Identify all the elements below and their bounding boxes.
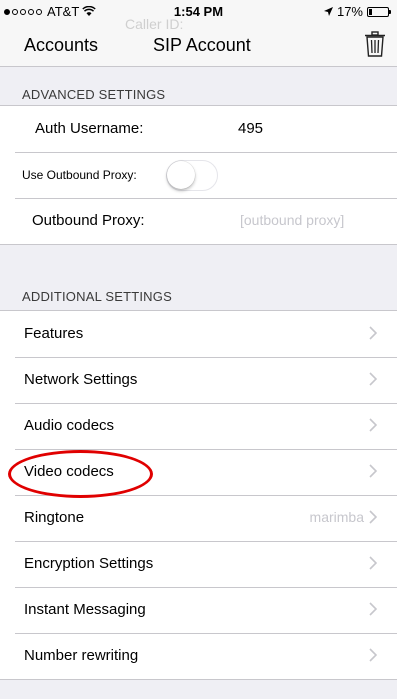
section-header-advanced: ADVANCED SETTINGS [22, 87, 166, 102]
settings-row-label: Features [24, 325, 84, 342]
settings-row-encryption-settings[interactable]: Encryption Settings [0, 541, 397, 587]
auth-username-label: Auth Username: [35, 120, 144, 137]
auth-username-field[interactable]: 495 [238, 120, 263, 137]
chevron-right-icon [369, 602, 377, 616]
battery-percent: 17% [336, 4, 363, 19]
section-header-additional: ADDITIONAL SETTINGS [22, 289, 172, 304]
toggle-knob [167, 161, 195, 189]
settings-row-label: Video codecs [24, 463, 114, 480]
chevron-right-icon [369, 510, 377, 524]
chevron-right-icon [369, 418, 377, 432]
additional-settings-group: Features Network Settings Audio codecs Vide… [0, 310, 397, 680]
ghost-caller-id-text: Caller ID: [125, 16, 184, 32]
settings-row-number-rewriting[interactable]: Number rewriting [0, 633, 397, 679]
chevron-right-icon [369, 556, 377, 570]
chevron-right-icon [369, 326, 377, 340]
chevron-right-icon [369, 648, 377, 662]
settings-row-label: Audio codecs [24, 417, 115, 434]
settings-row-label: Number rewriting [24, 647, 139, 664]
settings-row-ringtone[interactable]: Ringtone marimba [0, 495, 397, 541]
use-outbound-proxy-label: Use Outbound Proxy: [22, 168, 137, 182]
location-arrow-icon [323, 7, 333, 16]
navigation-bar: Caller ID: Accounts SIP Account [0, 16, 397, 67]
back-button-accounts[interactable]: Accounts [24, 35, 98, 56]
use-outbound-proxy-row: Use Outbound Proxy: [0, 152, 397, 198]
settings-row-instant-messaging[interactable]: Instant Messaging [0, 587, 397, 633]
settings-row-network-settings[interactable]: Network Settings [0, 357, 397, 403]
auth-username-row[interactable]: Auth Username: 495 [0, 106, 397, 152]
settings-row-features[interactable]: Features [0, 311, 397, 357]
settings-row-audio-codecs[interactable]: Audio codecs [0, 403, 397, 449]
trash-icon[interactable] [364, 31, 386, 57]
settings-row-label: Instant Messaging [24, 601, 146, 618]
outbound-proxy-row[interactable]: Outbound Proxy: [outbound proxy] [0, 198, 397, 244]
outbound-proxy-input[interactable]: [outbound proxy] [240, 212, 344, 228]
settings-row-label: Network Settings [24, 371, 138, 388]
status-right: 17% [323, 4, 391, 19]
settings-row-label: Encryption Settings [24, 555, 154, 572]
settings-row-label: Ringtone [24, 509, 85, 526]
advanced-settings-group: Auth Username: 495 Use Outbound Proxy: O… [0, 105, 397, 245]
use-outbound-proxy-toggle[interactable] [166, 160, 218, 191]
status-bar: AT&T 1:54 PM 17% [0, 0, 397, 22]
battery-icon [367, 6, 391, 17]
outbound-proxy-label: Outbound Proxy: [32, 212, 145, 229]
chevron-right-icon [369, 372, 377, 386]
settings-row-video-codecs[interactable]: Video codecs [0, 449, 397, 495]
settings-row-detail: marimba [309, 509, 364, 525]
chevron-right-icon [369, 464, 377, 478]
page-title: SIP Account [153, 35, 251, 55]
